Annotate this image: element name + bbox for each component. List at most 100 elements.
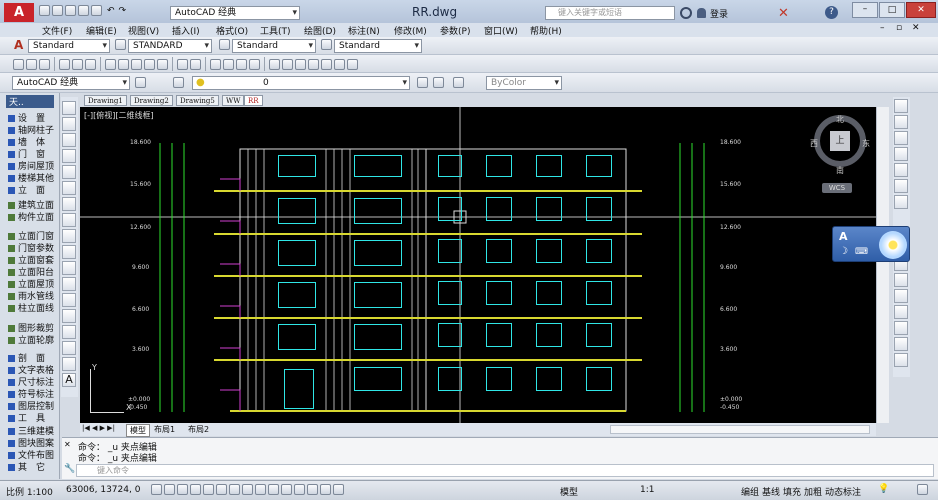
tab-layout2[interactable]: 布局2 [188, 424, 209, 435]
panel-item-downpipe[interactable]: 雨水管线 [8, 291, 54, 303]
menu-help[interactable]: 帮助(H) [530, 24, 562, 37]
panel-item-elev-doors[interactable]: 立面门窗 [8, 231, 54, 243]
file-tab-drawing5[interactable]: Drawing5 [176, 95, 219, 106]
line-tool-icon[interactable] [62, 101, 76, 115]
menu-insert[interactable]: 插入(I) [172, 24, 200, 37]
panel-item-column-line[interactable]: 柱立面线 [8, 303, 54, 315]
lightbulb-icon[interactable]: 💡 [878, 484, 889, 494]
panel-item-section[interactable]: 剖 面 [8, 353, 45, 365]
open-file-icon[interactable] [52, 5, 63, 16]
menu-dimension[interactable]: 标注(N) [348, 24, 380, 37]
construction-line-icon[interactable] [62, 117, 76, 131]
panel-item-other[interactable]: 其 它 [8, 462, 45, 474]
text-style-icon[interactable]: A [14, 38, 23, 52]
panel-item-symbol[interactable]: 符号标注 [8, 389, 54, 401]
moon-icon[interactable]: ☽ [839, 246, 848, 257]
rectangle-icon[interactable] [62, 165, 76, 179]
panel-item-doors[interactable]: 门 窗 [8, 149, 45, 161]
point-icon[interactable] [62, 309, 76, 323]
panel-item-axis[interactable]: 轴网柱子 [8, 125, 54, 137]
design-center-icon[interactable] [282, 58, 293, 70]
multileader-style-icon[interactable] [321, 39, 332, 50]
help-icon[interactable] [347, 58, 358, 70]
doc-close-button[interactable]: ✕ [912, 23, 920, 33]
menu-edit[interactable]: 编辑(E) [86, 24, 117, 37]
command-input[interactable]: 键入命令 [76, 464, 934, 477]
properties-icon[interactable] [269, 58, 280, 70]
viewcube-top[interactable]: 上 [830, 131, 850, 151]
panel-item-room[interactable]: 房间屋顶 [8, 161, 54, 173]
hatch-icon[interactable] [62, 325, 76, 339]
osnap-icon[interactable] [216, 484, 227, 495]
dim-style-icon[interactable] [115, 39, 126, 50]
open-icon[interactable] [26, 58, 37, 70]
ellipse-icon[interactable] [62, 245, 76, 259]
layer-properties-icon[interactable] [173, 77, 184, 88]
otrack-icon[interactable] [242, 484, 253, 495]
redo-icon[interactable] [190, 58, 201, 70]
panel-item-layout[interactable]: 文件布图 [8, 450, 54, 462]
sheet-set-icon[interactable] [308, 58, 319, 70]
workspace-settings-icon[interactable] [135, 77, 146, 88]
rotate-icon[interactable] [894, 195, 908, 209]
save-icon[interactable] [65, 5, 76, 16]
offset-icon[interactable] [894, 147, 908, 161]
exchange-icon[interactable]: ✕ [778, 6, 789, 21]
multileader-style-dropdown[interactable]: Standard [334, 39, 422, 53]
transparency-icon[interactable] [294, 484, 305, 495]
print-icon[interactable] [91, 5, 102, 16]
layer-dropdown[interactable]: 0 [192, 76, 410, 90]
arc-icon[interactable] [62, 181, 76, 195]
undo-icon[interactable] [177, 58, 188, 70]
polyline-icon[interactable] [62, 133, 76, 147]
compass-east[interactable]: 东 [862, 138, 870, 149]
panel-item-elevation[interactable]: 立 面 [8, 185, 45, 197]
quickcalc-icon[interactable] [334, 58, 345, 70]
paste-icon[interactable] [131, 58, 142, 70]
minimize-button[interactable]: – [852, 2, 878, 18]
model-toggle[interactable]: 模型 [560, 485, 578, 498]
circle-icon[interactable] [62, 197, 76, 211]
quick-props-icon[interactable] [307, 484, 318, 495]
compass-south[interactable]: 南 [836, 165, 844, 176]
file-tab-drawing1[interactable]: Drawing1 [84, 95, 127, 106]
menu-modify[interactable]: 修改(M) [394, 24, 427, 37]
menu-tools[interactable]: 工具(T) [260, 24, 291, 37]
table-style-icon[interactable] [219, 39, 230, 50]
save-as-icon[interactable] [78, 5, 89, 16]
ime-toolbar[interactable]: A ☽ ⌨ [832, 226, 910, 262]
menu-draw[interactable]: 绘图(D) [304, 24, 336, 37]
revcloud-icon[interactable] [62, 213, 76, 227]
maximize-button[interactable]: □ [879, 2, 905, 18]
ducs-icon[interactable] [255, 484, 266, 495]
copy-object-icon[interactable] [894, 115, 908, 129]
keyboard-icon[interactable]: ⌨ [855, 247, 868, 257]
pan-icon[interactable] [210, 58, 221, 70]
ortho-icon[interactable] [190, 484, 201, 495]
panel-item-outline[interactable]: 立面轮廓 [8, 335, 54, 347]
menu-window[interactable]: 窗口(W) [484, 24, 518, 37]
dim-style-dropdown[interactable]: STANDARD [128, 39, 212, 53]
tab-layout1[interactable]: 布局1 [154, 424, 175, 435]
close-button[interactable]: ✕ [906, 2, 936, 18]
text-style-dropdown[interactable]: Standard [28, 39, 110, 53]
fillet-icon[interactable] [894, 353, 908, 367]
annotation-monitor-icon[interactable] [333, 484, 344, 495]
3dosnap-icon[interactable] [229, 484, 240, 495]
markup-icon[interactable] [321, 58, 332, 70]
status-dyn-dim-button[interactable]: 动态标注 [825, 485, 861, 498]
annotation-scale[interactable]: 1:1 [640, 485, 654, 495]
file-tab-ww[interactable]: WW [222, 95, 245, 106]
compass-north[interactable]: 北 [836, 114, 844, 125]
erase-icon[interactable] [894, 99, 908, 113]
tab-model[interactable]: 模型 [126, 424, 150, 437]
workspace-dropdown[interactable]: AutoCAD 经典 [170, 6, 300, 20]
search-icon[interactable] [680, 7, 692, 19]
new-file-icon[interactable] [39, 5, 50, 16]
file-tab-rr[interactable]: RR [244, 95, 263, 106]
panel-item-stairs[interactable]: 楼梯其他 [8, 173, 54, 185]
panel-item-balcony[interactable]: 立面阳台 [8, 267, 54, 279]
table-style-dropdown[interactable]: Standard [232, 39, 316, 53]
panel-item-blocks[interactable]: 图块图案 [8, 438, 54, 450]
save-icon[interactable] [39, 58, 50, 70]
